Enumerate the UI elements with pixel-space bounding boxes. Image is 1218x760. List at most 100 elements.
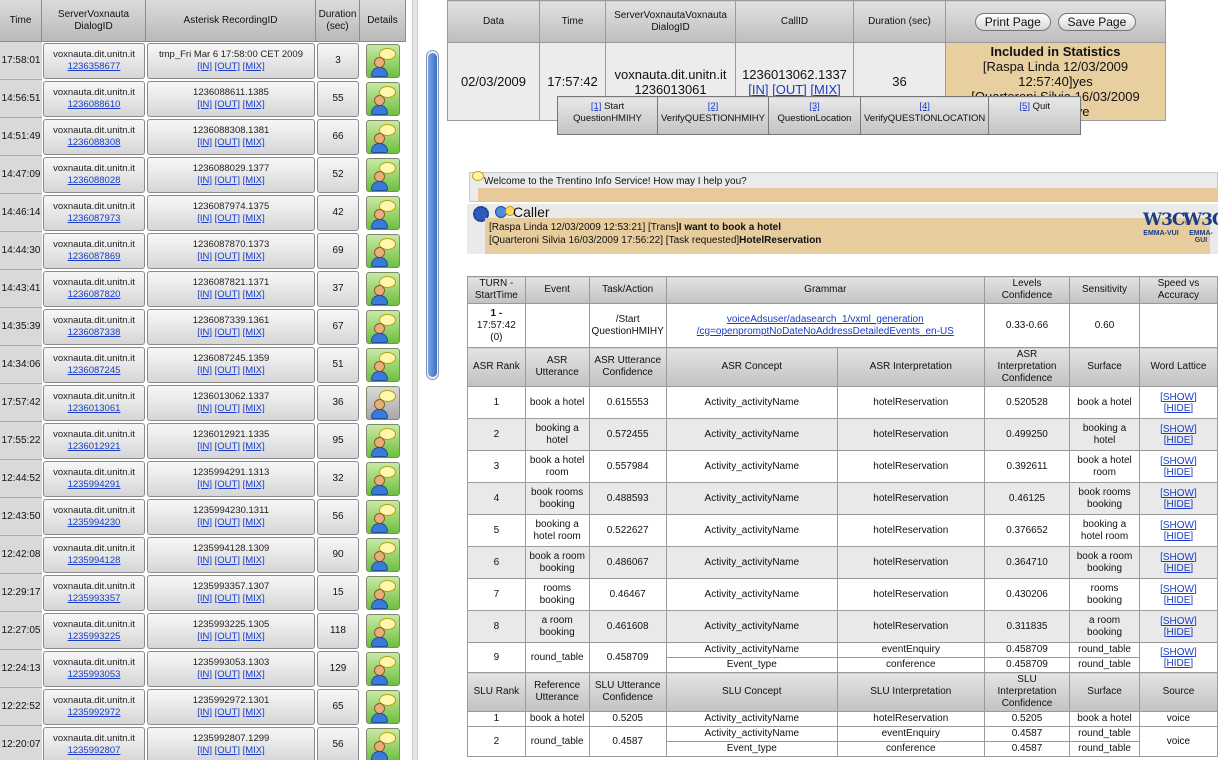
recording-mix-link[interactable]: [MIX] (243, 365, 265, 376)
dialog-row[interactable]: 12:43:50 voxnauta.dit.unitn.it 1235994230 1… (0, 498, 406, 536)
recording-mix-link[interactable]: [MIX] (243, 289, 265, 300)
dialog-id-link[interactable]: 1235994230 (68, 517, 121, 529)
details-button[interactable] (366, 614, 400, 648)
grammar-link-cont[interactable]: /cg=openpromptNoDateNoAddressDetailedEve… (697, 326, 954, 337)
show-lattice-link[interactable]: [SHOW] (1142, 488, 1215, 499)
recording-in-link[interactable]: [IN] (197, 441, 212, 452)
recording-out-link[interactable]: [OUT] (215, 175, 240, 186)
tab-turn-1[interactable]: [1] Start QuestionHMIHY (557, 96, 658, 135)
recording-out-link[interactable]: [OUT] (215, 669, 240, 680)
dialog-row[interactable]: 17:55:22 voxnauta.dit.unitn.it 1236012921 1… (0, 422, 406, 460)
hide-lattice-link[interactable]: [HIDE] (1142, 627, 1215, 638)
recording-mix-link[interactable]: [MIX] (243, 631, 265, 642)
hide-lattice-link[interactable]: [HIDE] (1142, 658, 1215, 669)
recording-mix-link[interactable]: [MIX] (243, 137, 265, 148)
recording-out-link[interactable]: [OUT] (215, 289, 240, 300)
dialog-id-link[interactable]: 1236087973 (68, 213, 121, 225)
details-button[interactable] (366, 576, 400, 610)
scrollbar[interactable] (426, 50, 439, 380)
dialog-id-link[interactable]: 1236358677 (68, 61, 121, 73)
recording-mix-link[interactable]: [MIX] (243, 61, 265, 72)
recording-out-link[interactable]: [OUT] (215, 213, 240, 224)
dialog-id-link[interactable]: 1235992807 (68, 745, 121, 757)
recording-mix-link[interactable]: [MIX] (243, 479, 265, 490)
recording-in-link[interactable]: [IN] (197, 175, 212, 186)
call-in-link[interactable]: [IN] (748, 82, 768, 97)
recording-mix-link[interactable]: [MIX] (243, 593, 265, 604)
recording-mix-link[interactable]: [MIX] (243, 441, 265, 452)
recording-in-link[interactable]: [IN] (197, 289, 212, 300)
recording-out-link[interactable]: [OUT] (215, 251, 240, 262)
recording-out-link[interactable]: [OUT] (215, 593, 240, 604)
details-button[interactable] (366, 44, 400, 78)
recording-in-link[interactable]: [IN] (197, 327, 212, 338)
recording-in-link[interactable]: [IN] (197, 669, 212, 680)
dialog-id-link[interactable]: 1236088308 (68, 137, 121, 149)
dialog-row[interactable]: 17:58:01 voxnauta.dit.unitn.it 1236358677 t… (0, 42, 406, 80)
details-button[interactable] (366, 120, 400, 154)
dialog-row[interactable]: 14:56:51 voxnauta.dit.unitn.it 1236088610 1… (0, 80, 406, 118)
dialog-id-link[interactable]: 1236087820 (68, 289, 121, 301)
dialog-row[interactable]: 12:22:52 voxnauta.dit.unitn.it 1235992972 1… (0, 688, 406, 726)
show-lattice-link[interactable]: [SHOW] (1142, 647, 1215, 658)
recording-in-link[interactable]: [IN] (197, 99, 212, 110)
show-lattice-link[interactable]: [SHOW] (1142, 584, 1215, 595)
dialog-id-link[interactable]: 1235993225 (68, 631, 121, 643)
recording-in-link[interactable]: [IN] (197, 137, 212, 148)
dialog-id-link[interactable]: 1236087869 (68, 251, 121, 263)
recording-out-link[interactable]: [OUT] (215, 517, 240, 528)
recording-mix-link[interactable]: [MIX] (243, 745, 265, 756)
col-time[interactable]: Time (0, 0, 42, 42)
details-button[interactable] (366, 272, 400, 306)
show-lattice-link[interactable]: [SHOW] (1142, 456, 1215, 467)
dialog-row[interactable]: 12:27:05 voxnauta.dit.unitn.it 1235993225 1… (0, 612, 406, 650)
hide-lattice-link[interactable]: [HIDE] (1142, 595, 1215, 606)
dialog-row[interactable]: 12:29:17 voxnauta.dit.unitn.it 1235993357 1… (0, 574, 406, 612)
dialog-row[interactable]: 17:57:42 voxnauta.dit.unitn.it 1236013061 1… (0, 384, 406, 422)
dialog-row[interactable]: 14:35:39 voxnauta.dit.unitn.it 1236087338 1… (0, 308, 406, 346)
recording-mix-link[interactable]: [MIX] (243, 707, 265, 718)
recording-in-link[interactable]: [IN] (197, 479, 212, 490)
recording-in-link[interactable]: [IN] (197, 403, 212, 414)
recording-mix-link[interactable]: [MIX] (243, 175, 265, 186)
emma-vui-badge[interactable]: W3C® EMMA-VUI (1143, 210, 1191, 240)
recording-out-link[interactable]: [OUT] (215, 441, 240, 452)
recording-out-link[interactable]: [OUT] (215, 479, 240, 490)
show-lattice-link[interactable]: [SHOW] (1142, 552, 1215, 563)
details-button[interactable] (366, 196, 400, 230)
recording-out-link[interactable]: [OUT] (215, 631, 240, 642)
hide-lattice-link[interactable]: [HIDE] (1142, 403, 1215, 414)
hide-lattice-link[interactable]: [HIDE] (1142, 499, 1215, 510)
details-button[interactable] (366, 728, 400, 760)
dialog-id-link[interactable]: 1236087338 (68, 327, 121, 339)
tab-number-link[interactable]: [1] (591, 101, 602, 112)
col-duration[interactable]: Duration (sec) (316, 0, 360, 42)
recording-mix-link[interactable]: [MIX] (243, 213, 265, 224)
col-server-dialog[interactable]: ServerVoxnauta DialogID (42, 0, 146, 42)
recording-in-link[interactable]: [IN] (197, 631, 212, 642)
recording-out-link[interactable]: [OUT] (215, 707, 240, 718)
dialog-row[interactable]: 14:43:41 voxnauta.dit.unitn.it 1236087820 1… (0, 270, 406, 308)
recording-out-link[interactable]: [OUT] (215, 403, 240, 414)
dialog-id-link[interactable]: 1235993053 (68, 669, 121, 681)
tab-number-link[interactable]: [3] (809, 101, 820, 112)
dialog-row[interactable]: 12:24:13 voxnauta.dit.unitn.it 1235993053 1… (0, 650, 406, 688)
dialog-row[interactable]: 12:44:52 voxnauta.dit.unitn.it 1235994291 1… (0, 460, 406, 498)
recording-mix-link[interactable]: [MIX] (243, 251, 265, 262)
recording-mix-link[interactable]: [MIX] (243, 555, 265, 566)
dialog-row[interactable]: 12:42:08 voxnauta.dit.unitn.it 1235994128 1… (0, 536, 406, 574)
recording-out-link[interactable]: [OUT] (215, 99, 240, 110)
tab-turn-3[interactable]: [3] QuestionLocation (768, 96, 861, 135)
dialog-row[interactable]: 14:46:14 voxnauta.dit.unitn.it 1236087973 1… (0, 194, 406, 232)
hide-lattice-link[interactable]: [HIDE] (1142, 467, 1215, 478)
recording-in-link[interactable]: [IN] (197, 745, 212, 756)
dialog-row[interactable]: 14:44:30 voxnauta.dit.unitn.it 1236087869 1… (0, 232, 406, 270)
hide-lattice-link[interactable]: [HIDE] (1142, 563, 1215, 574)
recording-mix-link[interactable]: [MIX] (243, 403, 265, 414)
details-button[interactable] (366, 538, 400, 572)
call-mix-link[interactable]: [MIX] (810, 82, 840, 97)
dialog-id-link[interactable]: 1236088028 (68, 175, 121, 187)
details-button[interactable] (366, 462, 400, 496)
dialog-row[interactable]: 14:51:49 voxnauta.dit.unitn.it 1236088308 1… (0, 118, 406, 156)
recording-in-link[interactable]: [IN] (197, 213, 212, 224)
